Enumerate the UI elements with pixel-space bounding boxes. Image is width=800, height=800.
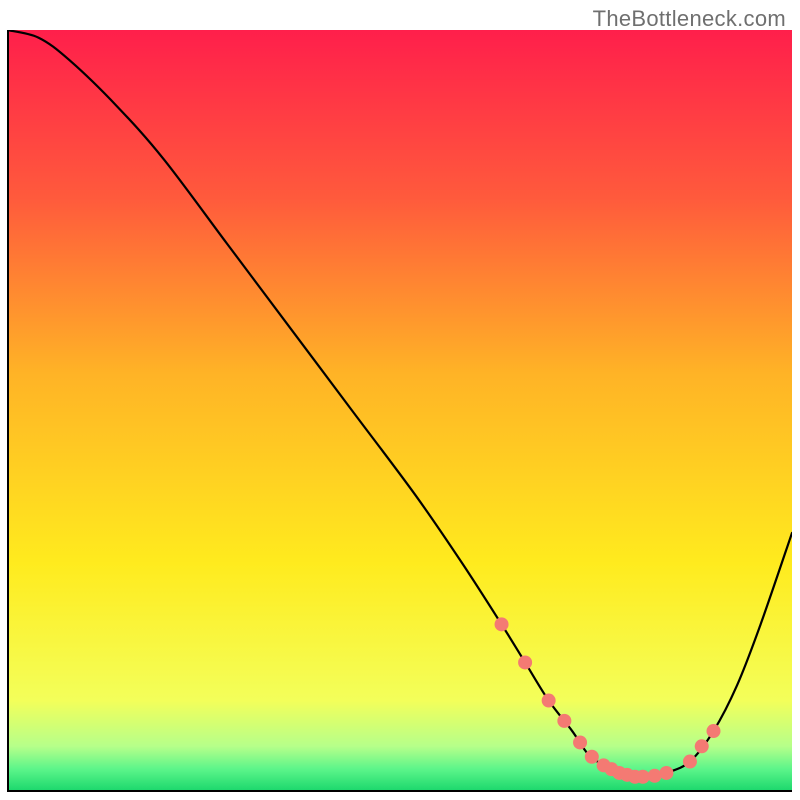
chart-container: TheBottleneck.com <box>0 0 800 800</box>
axes-frame <box>7 30 792 792</box>
watermark-text: TheBottleneck.com <box>593 6 786 32</box>
